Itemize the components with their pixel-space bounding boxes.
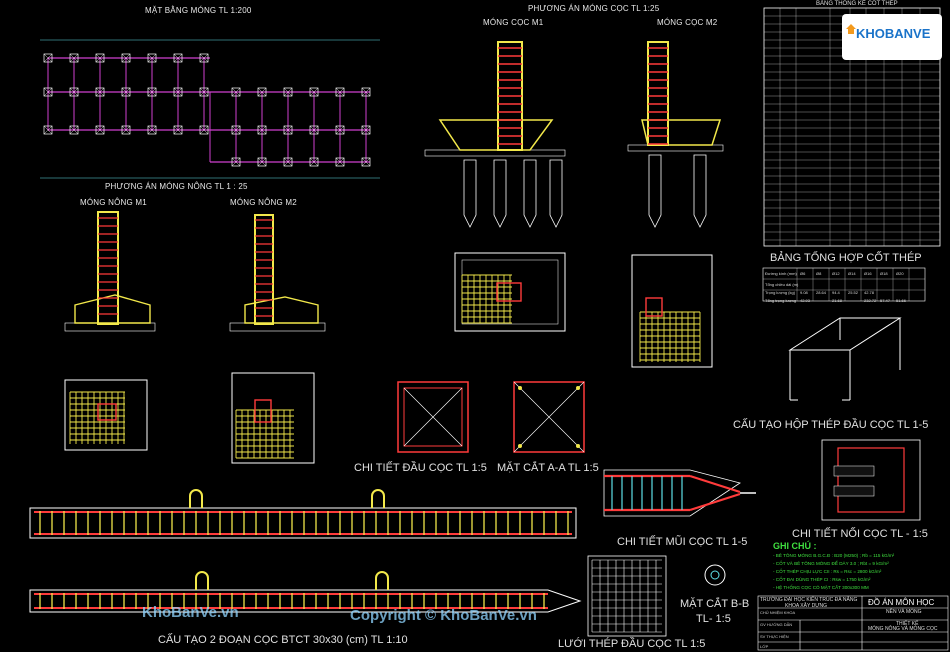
note-item: - CỐT ĐAI DÙNG THÉP CI : Rsw = 1750 kG/m…: [773, 577, 871, 582]
footing-plan-m1: [64, 379, 148, 451]
summary-cell: 232.72: [864, 298, 877, 303]
summary-header: Ø16: [864, 271, 872, 276]
summary-header: Ø20: [896, 271, 904, 276]
summary-cell: Tổng trọng lượng: [765, 298, 796, 303]
summary-cell: 51.66: [896, 298, 907, 303]
tb-row-label: CHỦ NHIỆM KHOA: [760, 610, 796, 615]
summary-cell: Tổng chiều dài (m): [765, 282, 799, 287]
pile-m2-title: MÓNG CỌC M2: [657, 18, 718, 27]
summary-cell: 42.93: [800, 298, 811, 303]
watermark-site: KhoBanVe.vn: [142, 604, 239, 621]
summary-cell: 94.4: [832, 290, 841, 295]
two-piles-title: CẤU TẠO 2 ĐOẠN CỌC BTCT 30x30 (cm) TL 1:…: [158, 634, 408, 646]
site-plan: [40, 39, 380, 179]
pile-segment-upper: [29, 489, 577, 539]
section-bb-scale: TL- 1:5: [696, 613, 731, 625]
summary-cell: 9.08: [800, 290, 809, 295]
summary-cell: 28.64: [816, 290, 827, 295]
project-name: ĐỒ ÁN MÔN HỌC: [868, 598, 935, 607]
steel-box-title: CẤU TẠO HỘP THÉP ĐẦU CỌC TL 1-5: [733, 419, 929, 431]
shallow-m1-title: MÓNG NÔNG M1: [80, 198, 147, 207]
summary-cell: 42.78: [864, 290, 875, 295]
summary-header: Ø6: [800, 271, 806, 276]
footing-plan-m2: [231, 372, 315, 464]
pile-tip-detail: [603, 469, 756, 517]
shallow-option-title: PHƯƠNG ÁN MÓNG NÔNG TL 1 : 25: [105, 182, 248, 191]
pile-head-title: CHI TIẾT ĐẦU CỌC TL 1:5: [354, 462, 487, 474]
pile-option-title: PHƯƠNG ÁN MÓNG CỌC TL 1:25: [528, 4, 660, 13]
summary-header: Ø14: [848, 271, 856, 276]
rebar-table-title: BẢNG THỐNG KÊ CỐT THÉP: [816, 1, 898, 7]
shallow-foundation-m1: [64, 211, 156, 332]
note-item: - BÊ TÔNG MÓNG B.G.C.Đ : B20 (M250) ; Rb…: [773, 553, 895, 558]
section-bb-title: MẶT CẮT B-B: [680, 598, 750, 610]
pile-m1-title: MÓNG CỌC M1: [483, 18, 544, 27]
tb-row-label: SV THỰC HIỆN: [760, 634, 789, 639]
summary-header: Ø12: [832, 271, 840, 276]
section-a-a: [513, 381, 585, 453]
pile-foundation-m1: [424, 41, 566, 228]
summary-cell: 21.68: [832, 298, 843, 303]
subject-name: NỀN VÀ MÓNG: [886, 609, 922, 615]
tb-row-label: LỚP: [760, 644, 769, 649]
rebar-summary-title: BẢNG TỔNG HỢP CỐT THÉP: [770, 252, 922, 264]
watermark-copyright: Copyright © KhoBanVe.vn: [350, 607, 537, 624]
logo-text: KHOBANVE: [856, 26, 931, 41]
shallow-m2-title: MÓNG NÔNG M2: [230, 198, 297, 207]
site-plan-title: MẶT BẰNG MÓNG TL 1:200: [145, 6, 252, 15]
summary-header: Ø8: [816, 271, 822, 276]
steel-box-3d: [788, 317, 902, 401]
summary-header: Đường kính (mm): [765, 271, 797, 276]
pile-foundation-m2: [627, 41, 724, 228]
house-icon: [846, 24, 856, 34]
pile-head-mesh: [587, 555, 667, 637]
summary-cell: 57.47: [880, 298, 891, 303]
drawing-name: MÓNG NÔNG VÀ MÓNG CỌC: [868, 626, 938, 632]
pile-cap-plan-m2: [631, 254, 713, 368]
summary-cell: 25.52: [848, 290, 859, 295]
shallow-foundation-m2: [229, 214, 326, 332]
note-item: - CỐT THÉP CHỊU LỰC CII : Rs = Rsc = 280…: [773, 569, 882, 574]
tb-row-label: GV HƯỚNG DẪN: [760, 622, 793, 627]
note-item: - HỆ THỐNG CỌC CÓ MẶT CẮT 300x300 MM: [773, 585, 869, 590]
pile-joint-title: CHI TIẾT NỐI CỌC TL - 1:5: [792, 528, 928, 540]
rebar-summary-table: Đường kính (mm) Ø6 Ø8 Ø12 Ø14 Ø16 Ø18 Ø20 Tổng c…: [762, 267, 926, 303]
faculty-name: KHOA XÂY DỰNG: [785, 603, 827, 609]
pile-tip-title: CHI TIẾT MŨI CỌC TL 1-5: [617, 536, 748, 548]
pile-head-detail: [397, 381, 469, 453]
section-b-b: [704, 564, 726, 586]
summary-cell: Trọng lượng (kg): [765, 290, 796, 295]
notes-title: GHI CHÚ :: [773, 541, 817, 551]
summary-header: Ø18: [880, 271, 888, 276]
pile-mesh-title: LƯỚI THÉP ĐẦU CỌC TL 1:5: [558, 638, 706, 650]
section-aa-title: MẶT CẮT A-A TL 1:5: [497, 462, 599, 474]
pile-joint-detail: [821, 439, 921, 521]
pile-segment-lower: [29, 571, 582, 613]
pile-cap-plan-m1: [454, 252, 566, 332]
note-item: - CỐT VÀ BÊ TÔNG MÓNG ĐỂ DÀY 3.0 ; Rbt =…: [773, 561, 889, 566]
